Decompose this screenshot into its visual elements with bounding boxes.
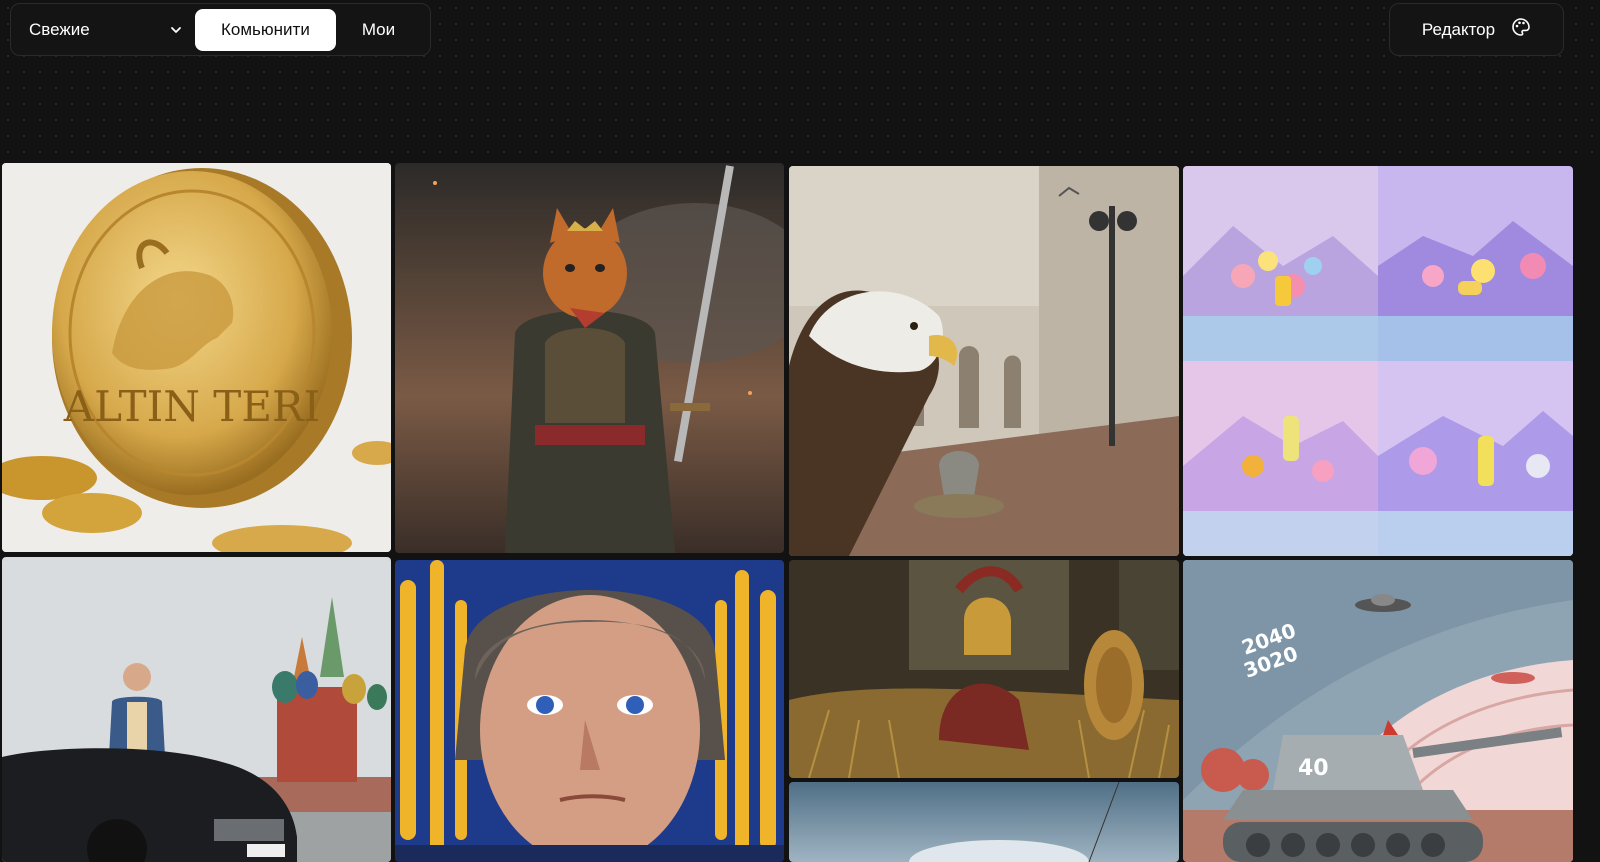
- gallery-image-spartan-warrior[interactable]: [789, 560, 1179, 778]
- gallery-image-sky[interactable]: [789, 782, 1179, 862]
- gallery-image-gold-coin[interactable]: ALTIN TERI: [2, 163, 391, 552]
- gallery-image-flower-collage[interactable]: [1183, 166, 1573, 556]
- filter-bar: Свежие Комьюнити Мои: [10, 3, 431, 56]
- coin-inscription: ALTIN TERI: [63, 382, 320, 431]
- chevron-down-icon: [169, 23, 183, 37]
- gallery-image-portrait-stained-glass[interactable]: [395, 560, 784, 862]
- tank-number: 40: [1298, 756, 1329, 781]
- tab-mine[interactable]: Мои: [336, 9, 421, 51]
- editor-button-label: Редактор: [1421, 19, 1496, 39]
- gallery-image-tank-poster[interactable]: 2040 3020 40: [1183, 560, 1573, 862]
- gallery-image-man-red-square[interactable]: [2, 557, 391, 862]
- tab-community[interactable]: Комьюнити: [195, 8, 336, 51]
- palette-icon: [1511, 17, 1531, 42]
- editor-button[interactable]: Редактор: [1389, 3, 1564, 56]
- sort-dropdown-label: Свежие: [29, 19, 90, 39]
- gallery-image-cat-knight[interactable]: [395, 163, 784, 553]
- gallery-image-eagle-palace[interactable]: [789, 166, 1179, 556]
- sort-dropdown[interactable]: Свежие: [17, 9, 195, 51]
